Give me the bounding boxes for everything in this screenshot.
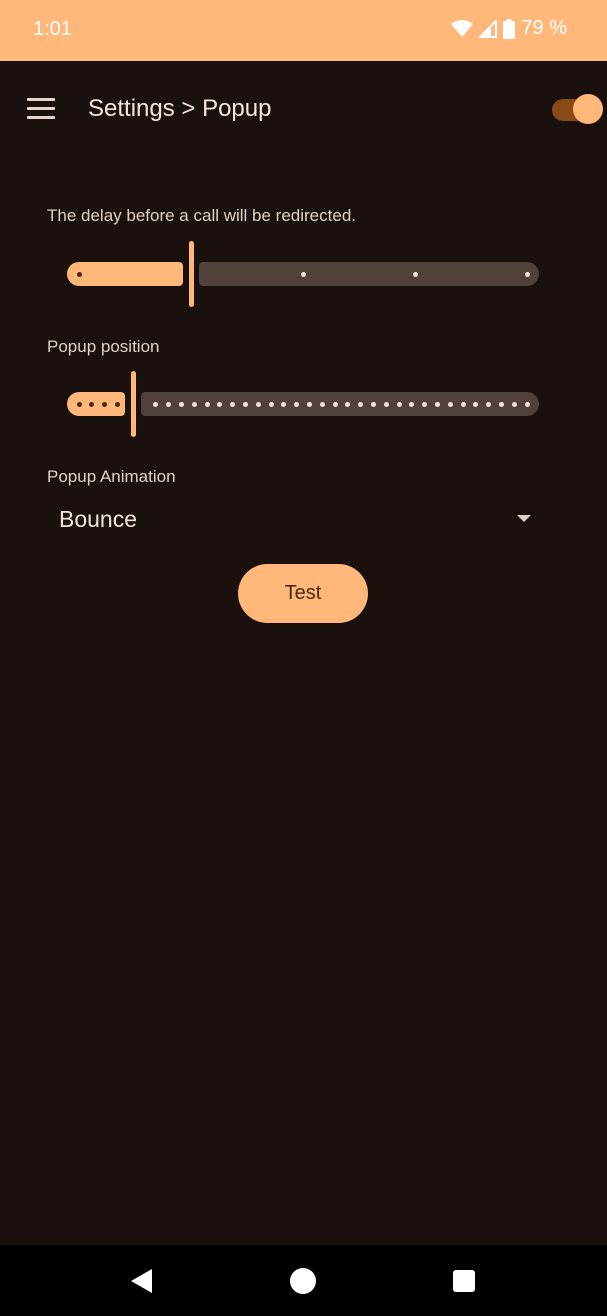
slider-tick <box>434 402 440 407</box>
toggle-thumb <box>573 94 603 124</box>
hamburger-menu-icon <box>27 98 55 101</box>
delay-slider[interactable] <box>67 239 539 309</box>
slider-tick <box>76 272 82 277</box>
slider-tick <box>204 402 210 407</box>
slider-tick <box>524 402 530 407</box>
slider-inactive-track <box>141 392 539 416</box>
slider-handle[interactable] <box>130 371 136 437</box>
slider-tick <box>332 402 338 407</box>
app-bar: Settings > Popup <box>0 61 607 157</box>
slider-tick <box>370 402 376 407</box>
cell-signal-icon <box>479 19 498 38</box>
animation-selected-value: Bounce <box>59 506 138 532</box>
slider-tick <box>191 402 197 407</box>
slider-tick <box>300 272 306 277</box>
status-time: 1:01 <box>33 18 72 40</box>
animation-label: Popup Animation <box>47 467 176 486</box>
wifi-icon <box>451 19 474 37</box>
status-bar: 1:01 79 % <box>0 0 607 61</box>
slider-tick <box>383 402 389 407</box>
slider-tick <box>242 402 248 407</box>
recents-icon[interactable] <box>453 1270 475 1292</box>
position-slider[interactable] <box>67 369 539 439</box>
nav-bar <box>0 1245 607 1316</box>
slider-tick <box>319 402 325 407</box>
slider-tick <box>114 402 120 407</box>
test-button[interactable]: Test <box>238 564 368 623</box>
slider-tick <box>460 402 466 407</box>
page-title: Settings > Popup <box>88 95 272 122</box>
home-icon[interactable] <box>290 1268 316 1294</box>
dropdown-arrow-icon <box>517 515 531 522</box>
popup-enabled-toggle[interactable] <box>552 94 603 126</box>
back-icon[interactable] <box>131 1269 152 1293</box>
hamburger-line <box>27 116 55 119</box>
hamburger-line <box>27 107 55 110</box>
slider-tick <box>498 402 504 407</box>
slider-tick <box>76 402 82 407</box>
menu-button[interactable] <box>20 89 62 129</box>
slider-tick <box>412 272 418 277</box>
slider-tick <box>447 402 453 407</box>
status-icons: 79 % <box>451 17 567 40</box>
slider-tick <box>524 272 530 277</box>
slider-tick <box>511 402 517 407</box>
slider-tick <box>306 402 312 407</box>
battery-percent: 79 % <box>521 17 567 39</box>
slider-tick <box>178 402 184 407</box>
slider-handle[interactable] <box>188 241 194 307</box>
delay-label: The delay before a call will be redirect… <box>47 206 356 225</box>
slider-tick <box>396 402 402 407</box>
slider-tick <box>268 402 274 407</box>
slider-active-track <box>67 262 183 286</box>
slider-inactive-track <box>199 262 539 286</box>
animation-dropdown[interactable]: Bounce <box>47 494 547 544</box>
battery-icon <box>503 18 516 39</box>
slider-tick <box>255 402 261 407</box>
position-label: Popup position <box>47 337 160 356</box>
